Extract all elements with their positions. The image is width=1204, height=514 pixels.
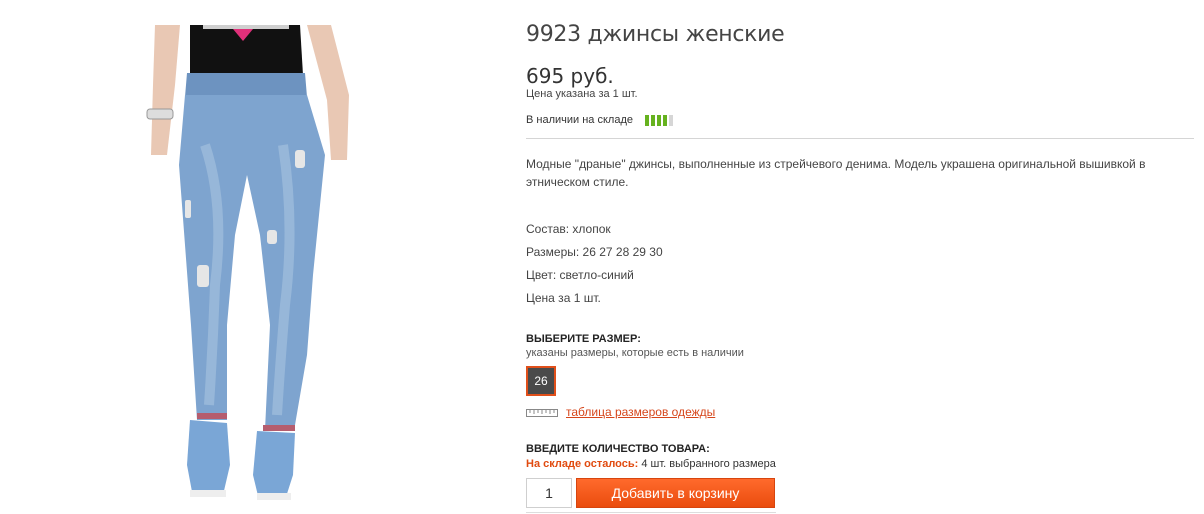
product-price: 695 руб. [526,64,614,88]
size-selector-subtitle: указаны размеры, которые есть в наличии [526,347,744,359]
stock-status: В наличии на складе [526,114,673,126]
size-option-26[interactable]: 26 [526,366,556,396]
product-title: 9923 джинсы женские [526,22,785,47]
stock-bar [668,114,673,126]
product-image [135,25,365,505]
stock-left: На складе осталось: 4 шт. выбранного раз… [526,458,776,470]
price-note: Цена указана за 1 шт. [526,88,638,100]
spec-price-unit: Цена за 1 шт. [526,291,601,305]
stock-bar [656,114,661,126]
stock-label: В наличии на складе [526,114,633,126]
size-selector-title: ВЫБЕРИТЕ РАЗМЕР: [526,333,641,345]
spec-color: Цвет: светло-синий [526,268,634,282]
size-table-link[interactable]: таблица размеров одежды [566,405,715,419]
stock-level-indicator [644,114,673,126]
ruler-icon [526,409,558,417]
quantity-input[interactable] [526,478,572,508]
divider [526,138,1194,139]
add-to-cart-button[interactable]: Добавить в корзину [576,478,775,508]
quantity-title: ВВЕДИТЕ КОЛИЧЕСТВО ТОВАРА: [526,443,710,455]
stock-left-label: На складе осталось: [526,458,639,470]
product-description: Модные "драные" джинсы, выполненные из с… [526,157,1146,189]
stock-bar [662,114,667,126]
stock-bar [644,114,649,126]
divider [526,512,776,513]
stock-bar [650,114,655,126]
stock-left-value: 4 шт. выбранного размера [641,458,776,470]
spec-composition: Состав: хлопок [526,222,611,236]
spec-sizes: Размеры: 26 27 28 29 30 [526,245,663,259]
